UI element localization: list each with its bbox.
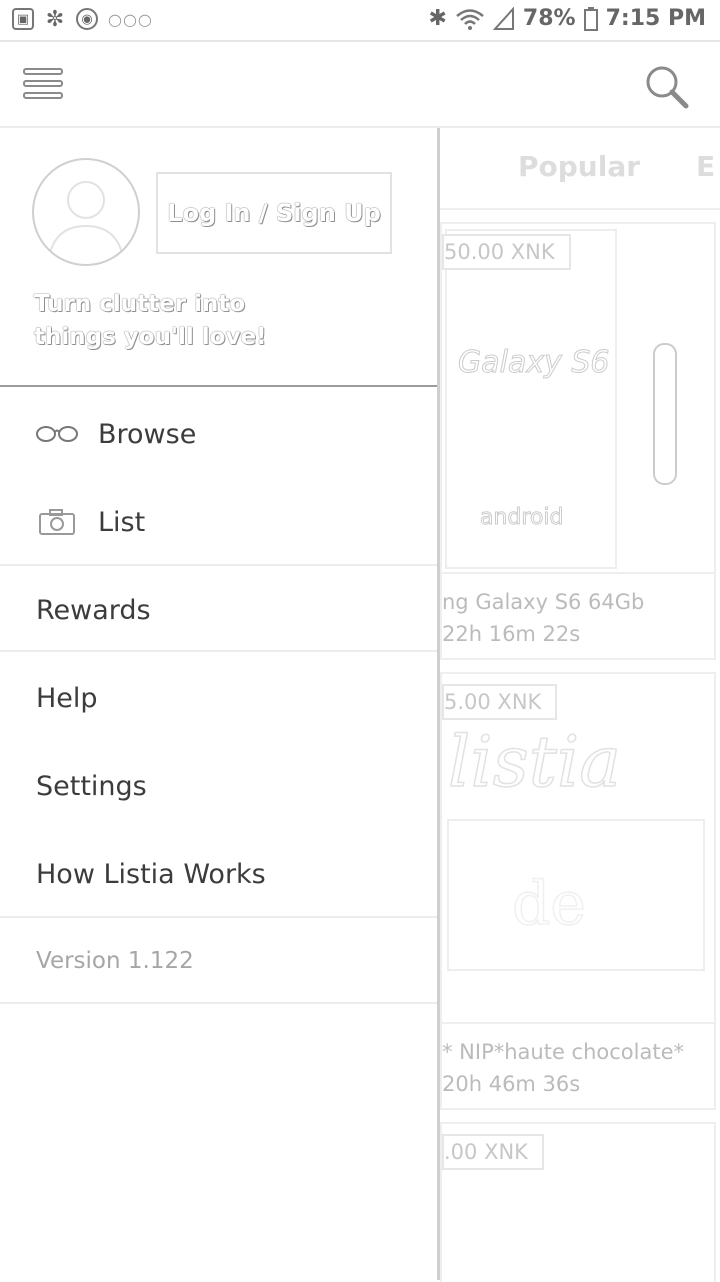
status-bar: ▣ ✼ ◉ ○○○ ✱ 78% 7:15 PM (0, 0, 720, 42)
divider (0, 1002, 437, 1004)
bluetooth-icon: ✱ (428, 6, 447, 31)
price-tag: 50.00 XNK (442, 234, 571, 270)
wifi-icon (456, 8, 484, 30)
listing-card[interactable]: listia de 5.00 XNK * NIP*haute chocolate… (440, 672, 716, 1110)
glasses-icon (34, 423, 80, 445)
user-silhouette-icon (47, 181, 125, 264)
drawer-item-help[interactable]: Help (0, 654, 437, 742)
price-tag: .00 XNK (442, 1134, 544, 1170)
svg-text:de: de (512, 869, 586, 939)
drawer-item-label: Browse (98, 418, 197, 450)
tab-partial[interactable]: E (696, 150, 715, 183)
drawer-item-browse[interactable]: Browse (0, 390, 437, 478)
navigation-drawer: Log In / Sign Up Turn clutter into thing… (0, 128, 440, 1280)
drawer-item-label: How Listia Works (36, 858, 266, 890)
price-tag: 5.00 XNK (442, 684, 558, 720)
listing-image: listia de (442, 674, 714, 1024)
listing-card[interactable]: Galaxy S6 android 50.00 XNK ng Galaxy S6… (440, 222, 716, 660)
drawer-header: Log In / Sign Up Turn clutter into thing… (0, 128, 437, 387)
app-version: Version 1.122 (36, 948, 194, 974)
drawer-item-how-listia-works[interactable]: How Listia Works (0, 830, 437, 918)
drawer-item-list[interactable]: List (0, 478, 437, 566)
drawer-item-label: Help (36, 682, 98, 714)
category-tabs: Popular E (440, 128, 720, 210)
avatar[interactable] (32, 158, 140, 266)
phone-box-image: Galaxy S6 android (445, 229, 677, 569)
drawer-item-settings[interactable]: Settings (0, 742, 437, 830)
divider (0, 650, 437, 652)
camera-icon (34, 508, 80, 536)
tab-popular[interactable]: Popular (518, 150, 640, 183)
svg-text:listia: listia (448, 721, 621, 803)
gallery-icon: ▣ (12, 8, 34, 30)
status-bar-notifications: ▣ ✼ ◉ ○○○ (12, 6, 153, 32)
status-bar-system: ✱ 78% 7:15 PM (428, 6, 706, 31)
hamburger-menu-icon[interactable] (22, 64, 64, 104)
drawer-item-label: List (98, 506, 146, 538)
tagline: Turn clutter into things you'll love! (34, 291, 267, 350)
divider (0, 916, 437, 918)
drawer-item-label: Rewards (36, 594, 151, 626)
app-bar (0, 42, 720, 128)
listing-time-left: 22h 16m 22s (442, 622, 581, 646)
battery-icon (583, 6, 598, 31)
pinwheel-icon: ✼ (45, 6, 65, 32)
target-icon: ◉ (76, 8, 98, 30)
listing-image: Galaxy S6 android (442, 224, 714, 574)
more-dots-icon: ○○○ (108, 9, 153, 29)
listing-time-left: 20h 46m 36s (442, 1072, 581, 1096)
svg-text:Galaxy S6: Galaxy S6 (458, 345, 610, 380)
login-signup-button[interactable]: Log In / Sign Up (156, 172, 392, 254)
chocolate-box-image: listia de (447, 720, 705, 971)
listing-title: * NIP*haute chocolate* (442, 1040, 685, 1064)
drawer-item-rewards[interactable]: Rewards (0, 566, 437, 654)
drawer-item-label: Settings (36, 770, 147, 802)
listing-card[interactable]: .00 XNK (440, 1122, 716, 1282)
listing-title: ng Galaxy S6 64Gb (442, 590, 645, 614)
signal-icon (492, 6, 514, 30)
clock: 7:15 PM (605, 6, 706, 31)
battery-percentage: 78% (522, 6, 576, 31)
svg-text:android: android (480, 505, 564, 530)
search-icon[interactable] (642, 62, 690, 110)
